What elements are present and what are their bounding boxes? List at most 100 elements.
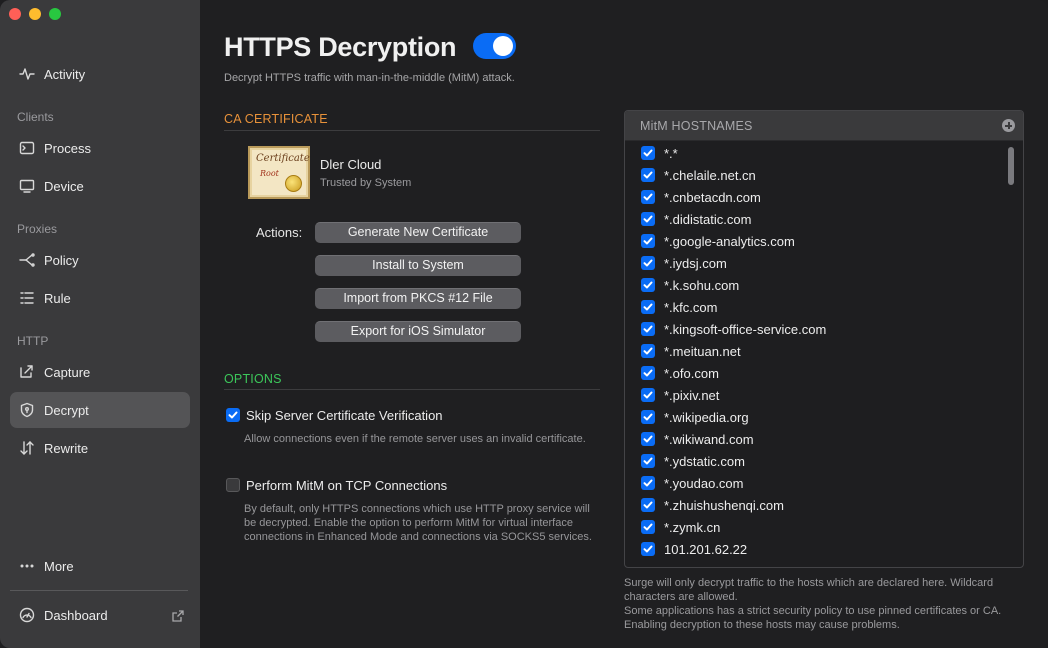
hostname-row[interactable]: *.chelaile.net.cn <box>625 164 1005 186</box>
minimize-window-button[interactable] <box>29 8 41 20</box>
hostnames-list[interactable]: *.* *.chelaile.net.cn *.cnbetacdn.com *.did… <box>625 142 1005 567</box>
hostnames-scrollbar[interactable] <box>1007 147 1015 565</box>
hostname-checkbox[interactable] <box>641 454 655 468</box>
sidebar-item-activity[interactable]: Activity <box>10 56 190 92</box>
external-link-icon[interactable] <box>172 609 184 622</box>
hostname-text: *.meituan.net <box>664 343 741 359</box>
sidebar-item-dashboard[interactable]: Dashboard <box>10 597 190 633</box>
close-window-button[interactable] <box>9 8 21 20</box>
hostname-text: 101.201.62.22 <box>664 541 748 557</box>
import-pkcs12-button[interactable]: Import from PKCS #12 File <box>315 288 521 309</box>
checkmark-icon <box>643 369 653 377</box>
sidebar-section-clients: Clients <box>17 110 54 124</box>
checkmark-icon <box>228 411 238 419</box>
hostname-row[interactable]: *.kingsoft-office-service.com <box>625 318 1005 340</box>
sidebar-item-label: Rule <box>44 290 71 306</box>
hostname-text: *.ydstatic.com <box>664 453 745 469</box>
sidebar-item-label: Dashboard <box>44 607 108 623</box>
checkmark-icon <box>643 347 653 355</box>
generate-certificate-button[interactable]: Generate New Certificate <box>315 222 521 243</box>
certificate-icon-title: Certificate <box>256 153 310 164</box>
hostname-row[interactable]: *.didistatic.com <box>625 208 1005 230</box>
sidebar-item-more[interactable]: More <box>10 548 190 584</box>
rewrite-icon <box>18 439 36 457</box>
install-to-system-button[interactable]: Install to System <box>315 255 521 276</box>
hostname-row[interactable]: *.wikipedia.org <box>625 406 1005 428</box>
hostname-checkbox[interactable] <box>641 322 655 336</box>
hostname-row[interactable]: 101.201.62.22 <box>625 538 1005 560</box>
hostname-checkbox[interactable] <box>641 234 655 248</box>
skip-verification-checkbox[interactable] <box>226 408 240 422</box>
decryption-toggle[interactable] <box>473 33 516 59</box>
hostname-checkbox[interactable] <box>641 168 655 182</box>
sidebar-item-decrypt[interactable]: Decrypt <box>10 392 190 428</box>
export-ios-simulator-button[interactable]: Export for iOS Simulator <box>315 321 521 342</box>
toggle-knob <box>493 36 513 56</box>
hostname-text: *.k.sohu.com <box>664 277 740 293</box>
hostname-text: *.google-analytics.com <box>664 233 795 249</box>
scrollbar-thumb[interactable] <box>1008 147 1014 185</box>
hostname-text: *.ofo.com <box>664 365 719 381</box>
section-divider <box>224 130 600 131</box>
hostname-checkbox[interactable] <box>641 256 655 270</box>
checkmark-icon <box>643 457 653 465</box>
hostname-checkbox[interactable] <box>641 366 655 380</box>
hostname-row[interactable]: *.ofo.com <box>625 362 1005 384</box>
hostname-checkbox[interactable] <box>641 278 655 292</box>
hostname-checkbox[interactable] <box>641 190 655 204</box>
seal-icon <box>285 175 302 192</box>
skip-verification-label[interactable]: Skip Server Certificate Verification <box>246 408 443 423</box>
hostname-row[interactable]: *.youdao.com <box>625 472 1005 494</box>
sidebar-item-policy[interactable]: Policy <box>10 242 190 278</box>
hostname-text: *.* <box>664 145 678 161</box>
sidebar-item-label: Decrypt <box>44 402 89 418</box>
hostname-checkbox[interactable] <box>641 410 655 424</box>
shield-icon <box>18 401 36 419</box>
activity-icon <box>18 65 36 83</box>
sidebar-item-label: Rewrite <box>44 440 89 456</box>
checkmark-icon <box>643 281 653 289</box>
window-controls <box>9 8 61 20</box>
hostname-checkbox[interactable] <box>641 476 655 490</box>
hostname-checkbox[interactable] <box>641 542 655 556</box>
rule-icon <box>18 289 36 307</box>
hostname-checkbox[interactable] <box>641 432 655 446</box>
certificate-icon: Certificate Root <box>248 146 310 199</box>
checkmark-icon <box>643 303 653 311</box>
zoom-window-button[interactable] <box>49 8 61 20</box>
hostname-row[interactable]: *.pixiv.net <box>625 384 1005 406</box>
hostname-checkbox[interactable] <box>641 212 655 226</box>
sidebar-item-process[interactable]: Process <box>10 130 190 166</box>
sidebar-item-label: Capture <box>44 364 91 380</box>
hostname-row[interactable]: *.zhuishushenqi.com <box>625 494 1005 516</box>
mitm-tcp-label[interactable]: Perform MitM on TCP Connections <box>246 478 447 493</box>
more-icon <box>18 557 36 575</box>
sidebar-item-capture[interactable]: Capture <box>10 354 190 390</box>
hostname-row[interactable]: *.ydstatic.com <box>625 450 1005 472</box>
certificate-status: Trusted by System <box>320 177 412 189</box>
hostname-row[interactable]: *.iydsj.com <box>625 252 1005 274</box>
hostname-row[interactable]: *.* <box>625 142 1005 164</box>
checkmark-icon <box>643 193 653 201</box>
hostname-row[interactable]: *.kfc.com <box>625 296 1005 318</box>
hostname-row[interactable]: *.wikiwand.com <box>625 428 1005 450</box>
hostname-checkbox[interactable] <box>641 498 655 512</box>
hostname-checkbox[interactable] <box>641 146 655 160</box>
hostname-row[interactable]: *.k.sohu.com <box>625 274 1005 296</box>
sidebar-item-device[interactable]: Device <box>10 168 190 204</box>
checkmark-icon <box>643 413 653 421</box>
checkmark-icon <box>643 435 653 443</box>
hostname-checkbox[interactable] <box>641 520 655 534</box>
sidebar-item-rule[interactable]: Rule <box>10 280 190 316</box>
hostname-checkbox[interactable] <box>641 388 655 402</box>
hostname-checkbox[interactable] <box>641 300 655 314</box>
hostname-text: *.youdao.com <box>664 475 744 491</box>
mitm-tcp-checkbox[interactable] <box>226 478 240 492</box>
hostname-row[interactable]: *.zymk.cn <box>625 516 1005 538</box>
sidebar-item-rewrite[interactable]: Rewrite <box>10 430 190 466</box>
hostname-row[interactable]: *.meituan.net <box>625 340 1005 362</box>
add-hostname-icon[interactable] <box>1002 119 1015 132</box>
hostname-row[interactable]: *.google-analytics.com <box>625 230 1005 252</box>
hostname-checkbox[interactable] <box>641 344 655 358</box>
hostname-row[interactable]: *.cnbetacdn.com <box>625 186 1005 208</box>
